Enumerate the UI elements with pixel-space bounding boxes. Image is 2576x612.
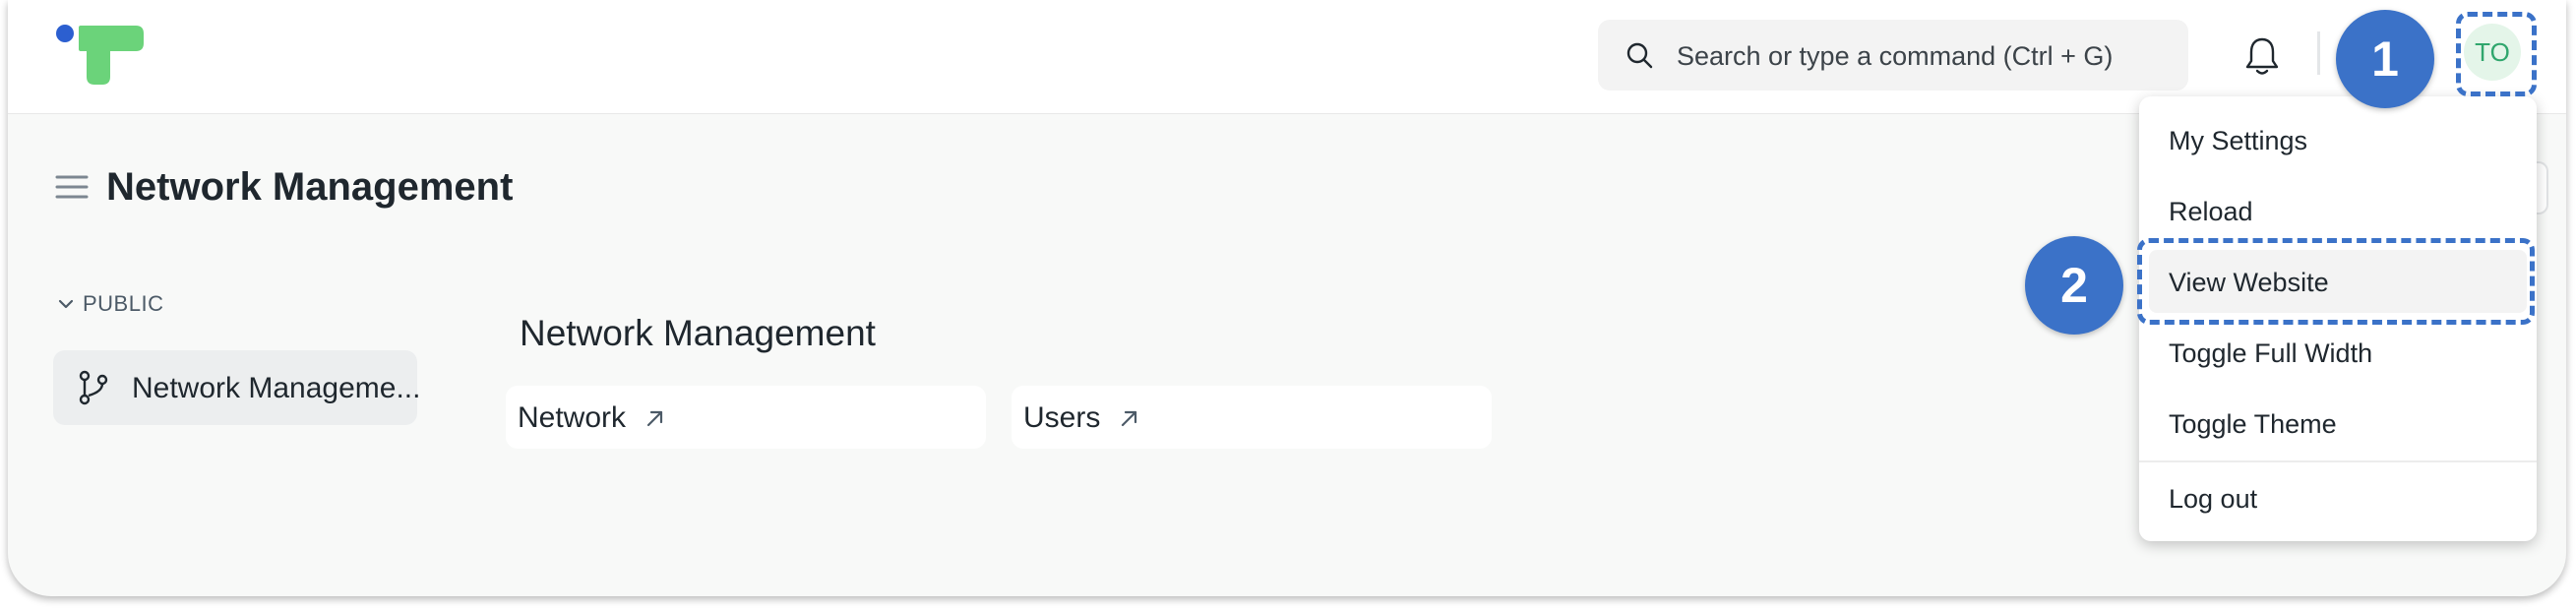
menu-item-label: My Settings: [2169, 126, 2308, 155]
navbar-divider: [2317, 31, 2320, 75]
search-placeholder: Search or type a command (Ctrl + G): [1677, 41, 2114, 71]
chevron-down-icon: [58, 299, 74, 309]
menu-item-label: Log out: [2169, 484, 2258, 514]
search-bar[interactable]: Search or type a command (Ctrl + G): [1598, 20, 2188, 91]
page-header: Network Management: [55, 157, 513, 216]
sidebar-toggle-icon[interactable]: [55, 173, 89, 201]
arrow-up-right-icon: [1122, 410, 1137, 427]
menu-item-label: Toggle Theme: [2169, 409, 2337, 439]
sidebar-section-public[interactable]: PUBLIC: [57, 291, 163, 317]
menu-item-reload[interactable]: Reload: [2149, 179, 2527, 242]
menu-item-toggle-theme[interactable]: Toggle Theme: [2149, 392, 2527, 455]
app-logo[interactable]: [55, 24, 146, 87]
callout-highlight-view-website: [2137, 238, 2535, 325]
menu-item-label: Toggle Full Width: [2169, 338, 2373, 368]
menu-divider: [2139, 460, 2537, 462]
shortcut-label: Network: [518, 401, 627, 434]
shortcut-card-users[interactable]: Users: [1012, 386, 1492, 449]
sidebar-item-label: Network Manageme...: [132, 372, 421, 404]
callout-badge-2: 2: [2025, 236, 2123, 335]
arrow-up-right-icon: [646, 410, 663, 427]
menu-item-label: Reload: [2169, 197, 2253, 226]
sidebar-item-network-management[interactable]: Network Manageme...: [53, 350, 421, 425]
notification-bell-icon[interactable]: [2243, 35, 2281, 77]
callout-highlight-avatar: [2456, 12, 2537, 96]
menu-item-log-out[interactable]: Log out: [2149, 466, 2527, 529]
git-branch-icon: [79, 370, 108, 405]
page-action-button-edge[interactable]: [2537, 161, 2548, 214]
callout-badge-1: 1: [2336, 10, 2434, 108]
page-title: Network Management: [106, 164, 514, 209]
workspace-section-title: Network Management: [520, 313, 876, 353]
shortcut-card-network[interactable]: Network: [506, 386, 986, 449]
search-icon: [1626, 42, 1653, 69]
sidebar-section-label: PUBLIC: [83, 291, 164, 316]
shortcut-label: Users: [1023, 401, 1101, 434]
menu-item-my-settings[interactable]: My Settings: [2149, 108, 2527, 171]
menu-item-toggle-full-width[interactable]: Toggle Full Width: [2149, 321, 2527, 384]
